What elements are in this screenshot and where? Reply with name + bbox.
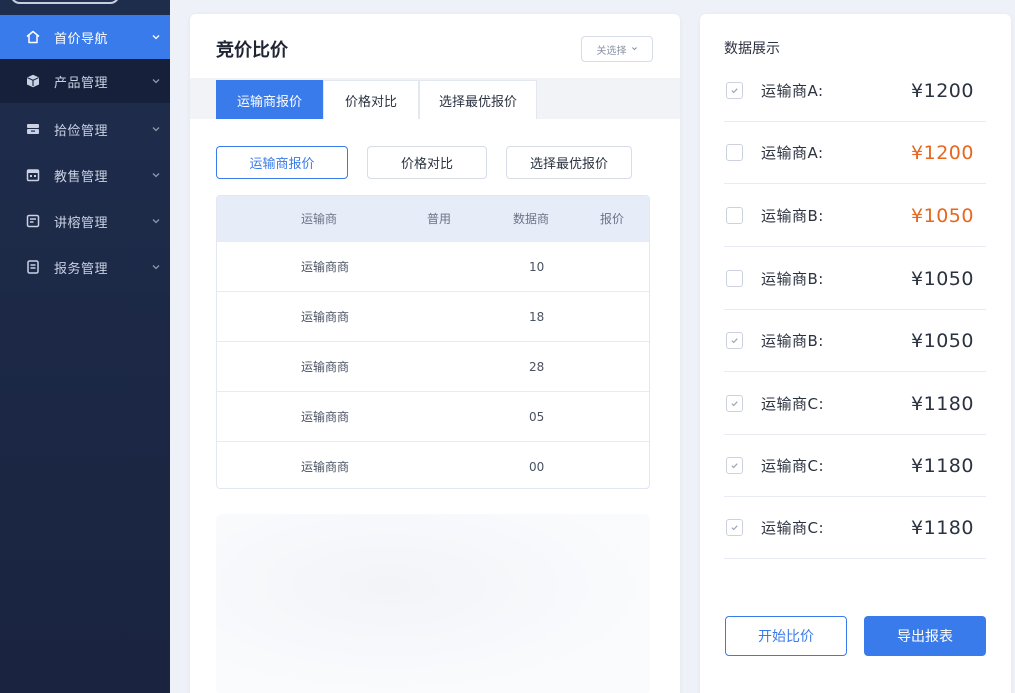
table-row[interactable]: 运输商商 05 [217, 391, 649, 441]
row-checkbox[interactable] [726, 207, 743, 224]
carrier-label: 运输商B: [761, 207, 824, 225]
bidding-card: 竞价比价 关选择 运输商报价 价格对比 选择最优报价 运输商报价 价格对比 选择… [190, 14, 680, 693]
filter-select-label: 关选择 [596, 45, 627, 57]
column-header[interactable]: 数据商 [513, 210, 549, 227]
box-icon [24, 72, 42, 90]
row-checkbox[interactable] [726, 519, 743, 536]
sidebar-logo-pill[interactable] [10, 0, 120, 4]
price-value: ¥1050 [911, 329, 974, 352]
sidebar-item-label: 讲榕管理 [54, 215, 109, 231]
chevron-down-icon [142, 32, 170, 42]
chevron-down-icon [142, 124, 170, 134]
sidebar-item-label: 拾俭管理 [54, 123, 109, 139]
price-value: ¥1180 [911, 516, 974, 539]
table-row[interactable]: 运输商商 00 [217, 441, 649, 488]
data-display-panel: 数据展示 运输商A: ¥1200 运输商A: ¥1200 运输商B: ¥1050… [700, 14, 1011, 693]
data-value-cell: 10 [529, 259, 545, 274]
export-report-button[interactable]: 导出报表 [864, 616, 986, 656]
row-checkbox[interactable] [726, 270, 743, 287]
chevron-down-icon [142, 216, 170, 226]
tab-price-compare[interactable]: 价格对比 [323, 80, 419, 119]
sidebar-item-management-5[interactable]: 讲榕管理 [0, 199, 170, 243]
sidebar-item-label: 首价导航 [54, 31, 109, 47]
row-checkbox[interactable] [726, 457, 743, 474]
sidebar-item-products[interactable]: 产品管理 [0, 59, 170, 103]
select-best-button[interactable]: 选择最优报价 [506, 146, 632, 179]
chevron-down-icon [631, 44, 638, 55]
price-value-highlight: ¥1050 [911, 204, 974, 227]
data-value-cell: 00 [529, 459, 545, 474]
carrier-label: 运输商A: [761, 144, 824, 162]
calendar-icon [24, 166, 42, 184]
row-checkbox[interactable] [726, 82, 743, 99]
tab-select-best[interactable]: 选择最优报价 [419, 80, 537, 119]
sidebar-item-label: 教售管理 [54, 169, 109, 185]
sidebar-item-home-nav[interactable]: 首价导航 [0, 15, 170, 59]
price-value: ¥1180 [911, 392, 974, 415]
sidebar-item-management-3[interactable]: 拾俭管理 [0, 107, 170, 151]
quotes-table: 运输商 普用 数据商 报价 运输商商 10 运输商商 18 运输商商 28 运输… [216, 195, 650, 489]
quote-row[interactable]: 运输商B: ¥1050 [724, 248, 986, 310]
price-value-highlight: ¥1200 [911, 141, 974, 164]
page-title: 竞价比价 [216, 40, 288, 61]
column-header[interactable]: 报价 [600, 210, 624, 227]
panel-title: 数据展示 [724, 41, 780, 57]
row-checkbox[interactable] [726, 332, 743, 349]
data-value-cell: 05 [529, 409, 545, 424]
carrier-name-cell: 运输商商 [301, 410, 350, 424]
carrier-name-cell: 运输商商 [301, 260, 350, 274]
home-icon [24, 28, 42, 46]
carrier-name-cell: 运输商商 [301, 460, 350, 474]
chevron-down-icon [142, 170, 170, 180]
sidebar-item-label: 报务管理 [54, 261, 109, 277]
column-header[interactable]: 普用 [427, 210, 451, 227]
table-header: 运输商 普用 数据商 报价 [217, 196, 649, 241]
sidebar-item-management-4[interactable]: 教售管理 [0, 153, 170, 197]
chevron-down-icon [142, 76, 170, 86]
folder-icon [24, 120, 42, 138]
price-value: ¥1050 [911, 267, 974, 290]
quote-row[interactable]: 运输商C: ¥1180 [724, 373, 986, 435]
column-header[interactable]: 运输商 [301, 210, 337, 227]
data-value-cell: 28 [529, 359, 545, 374]
carrier-quotes-button[interactable]: 运输商报价 [216, 146, 348, 179]
chevron-down-icon [142, 262, 170, 272]
price-value: ¥1200 [911, 79, 974, 102]
quote-row[interactable]: 运输商C: ¥1180 [724, 435, 986, 497]
tab-bar: 运输商报价 价格对比 选择最优报价 [190, 78, 680, 119]
sidebar-item-management-6[interactable]: 报务管理 [0, 245, 170, 289]
table-row[interactable]: 运输商商 18 [217, 291, 649, 341]
price-value: ¥1180 [911, 454, 974, 477]
data-value-cell: 18 [529, 309, 545, 324]
carrier-label: 运输商C: [761, 457, 825, 475]
carrier-label: 运输商A: [761, 82, 824, 100]
table-row[interactable]: 运输商商 10 [217, 241, 649, 291]
quote-row[interactable]: 运输商B: ¥1050 [724, 310, 986, 372]
carrier-name-cell: 运输商商 [301, 360, 350, 374]
tab-carrier-quotes[interactable]: 运输商报价 [216, 80, 323, 119]
document-icon [24, 258, 42, 276]
quote-row[interactable]: 运输商A: ¥1200 [724, 122, 986, 184]
quote-row[interactable]: 运输商C: ¥1180 [724, 497, 986, 559]
quote-row[interactable]: 运输商A: ¥1200 [724, 60, 986, 122]
carrier-label: 运输商C: [761, 519, 825, 537]
empty-content-area [216, 514, 650, 693]
table-row[interactable]: 运输商商 28 [217, 341, 649, 391]
quote-row[interactable]: 运输商B: ¥1050 [724, 185, 986, 247]
filter-select[interactable]: 关选择 [581, 36, 653, 62]
carrier-name-cell: 运输商商 [301, 310, 350, 324]
carrier-label: 运输商C: [761, 395, 825, 413]
sidebar: 首价导航 产品管理 拾俭管理 教售管理 讲榕管理 报务管理 [0, 0, 170, 693]
carrier-label: 运输商B: [761, 270, 824, 288]
start-compare-button[interactable]: 开始比价 [725, 616, 847, 656]
row-checkbox[interactable] [726, 395, 743, 412]
sidebar-item-label: 产品管理 [54, 75, 109, 91]
price-compare-button[interactable]: 价格对比 [367, 146, 487, 179]
message-icon [24, 212, 42, 230]
row-checkbox[interactable] [726, 144, 743, 161]
carrier-label: 运输商B: [761, 332, 824, 350]
